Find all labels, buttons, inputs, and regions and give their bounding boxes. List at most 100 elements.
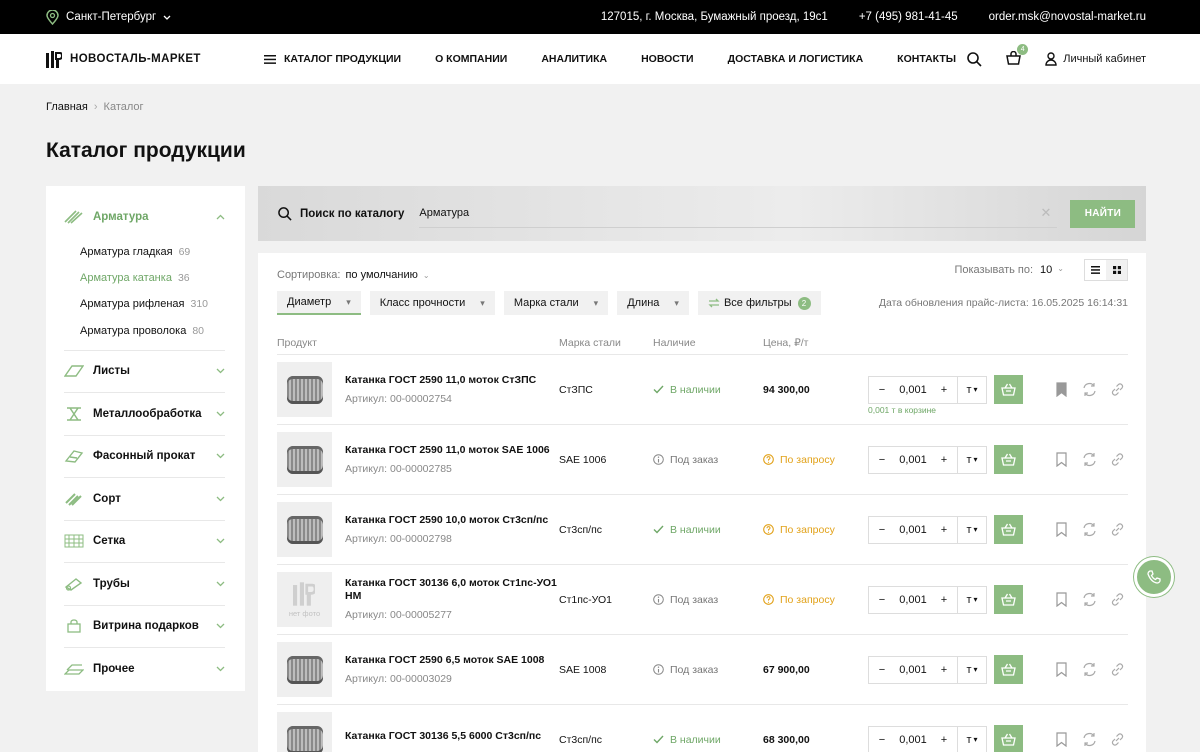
quantity-input[interactable]: 0,001 [895,454,931,466]
nav-about[interactable]: О КОМПАНИИ [435,53,507,65]
sidebar-item-shaped-rolled[interactable]: Фасонный прокат [64,436,225,479]
sort-dropdown[interactable]: по умолчанию ⌄ [345,269,429,281]
compare-icon[interactable] [1082,382,1097,397]
increment-button[interactable]: + [931,454,957,466]
decrement-button[interactable]: − [869,524,895,536]
product-image[interactable] [277,712,332,752]
add-to-cart-button[interactable] [994,725,1023,752]
bookmark-icon[interactable] [1054,662,1069,677]
bookmark-icon[interactable] [1054,592,1069,607]
add-to-cart-button[interactable] [994,445,1023,474]
decrement-button[interactable]: − [869,664,895,676]
city-selector[interactable]: Санкт-Петербург [46,9,171,25]
quantity-input[interactable]: 0,001 [895,734,931,746]
sidebar-item-sheets[interactable]: Листы [64,351,225,394]
sidebar-item-gifts[interactable]: Витрина подарков [64,606,225,649]
product-image[interactable] [277,502,332,557]
unit-select[interactable]: т ▾ [957,446,986,473]
subcategory-item[interactable]: Арматура гладкая 69 [64,239,225,265]
increment-button[interactable]: + [931,524,957,536]
search-input[interactable]: Арматура ✕ [419,200,1058,228]
nav-news[interactable]: НОВОСТИ [641,53,694,65]
list-view-icon[interactable] [1085,260,1106,280]
link-icon[interactable] [1110,382,1125,397]
clear-icon[interactable]: ✕ [1041,205,1052,221]
link-icon[interactable] [1110,522,1125,537]
cart-button[interactable]: 4 [1006,43,1029,68]
breadcrumb-home[interactable]: Главная [46,101,88,113]
call-button[interactable] [1134,557,1174,597]
nav-contacts[interactable]: КОНТАКТЫ [897,53,956,65]
page-size-dropdown[interactable]: 10 ⌄ [1040,264,1064,276]
search-button[interactable]: НАЙТИ [1070,199,1136,228]
filter-steel-grade[interactable]: Марка стали ▾ [503,291,609,315]
sidebar-item-metalworking[interactable]: Металлообработка [64,393,225,436]
add-to-cart-button[interactable] [994,585,1023,614]
phone-link[interactable]: +7 (495) 981-41-45 [859,11,958,23]
increment-button[interactable]: + [931,734,957,746]
subcategory-item-active[interactable]: Арматура катанка 36 [64,265,225,291]
link-icon[interactable] [1110,732,1125,747]
bookmark-icon[interactable] [1054,522,1069,537]
filter-strength-class[interactable]: Класс прочности ▾ [369,291,495,315]
all-filters-button[interactable]: Все фильтры 2 [697,291,821,315]
product-name[interactable]: Катанка ГОСТ 30136 6,0 моток Ст1пс-УО1 Н… [345,577,559,603]
quantity-input[interactable]: 0,001 [895,384,931,396]
filter-diameter[interactable]: Диаметр ▾ [277,291,361,315]
product-image[interactable]: нет фото [277,572,332,627]
unit-select[interactable]: т ▾ [957,656,986,683]
increment-button[interactable]: + [931,384,957,396]
email-link[interactable]: order.msk@novostal-market.ru [989,11,1146,23]
unit-select[interactable]: т ▾ [957,726,986,752]
add-to-cart-button[interactable] [994,375,1023,404]
decrement-button[interactable]: − [869,734,895,746]
compare-icon[interactable] [1082,592,1097,607]
cabinet-link[interactable]: Личный кабинет [1045,52,1146,66]
filter-length[interactable]: Длина ▾ [617,291,689,315]
increment-button[interactable]: + [931,594,957,606]
link-icon[interactable] [1110,592,1125,607]
add-to-cart-button[interactable] [994,655,1023,684]
sidebar-item-armatura[interactable]: Арматура [64,196,225,239]
subcategory-item[interactable]: Арматура проволока 80 [64,317,225,343]
unit-select[interactable]: т ▾ [957,376,986,403]
product-name[interactable]: Катанка ГОСТ 2590 11,0 моток СтЗПС [345,374,559,387]
bookmark-icon[interactable] [1054,452,1069,467]
grid-view-icon[interactable] [1106,260,1127,280]
sidebar-item-mesh[interactable]: Сетка [64,521,225,564]
quantity-input[interactable]: 0,001 [895,594,931,606]
link-icon[interactable] [1110,452,1125,467]
sidebar-item-pipes[interactable]: Трубы [64,563,225,606]
nav-delivery[interactable]: ДОСТАВКА И ЛОГИСТИКА [728,53,864,65]
nav-analytics[interactable]: АНАЛИТИКА [541,53,607,65]
nav-catalog[interactable]: КАТАЛОГ ПРОДУКЦИИ [264,53,401,65]
product-name[interactable]: Катанка ГОСТ 2590 6,5 моток SAE 1008 [345,654,559,667]
sidebar-item-sort[interactable]: Сорт [64,478,225,521]
product-name[interactable]: Катанка ГОСТ 2590 11,0 моток SAE 1006 [345,444,559,457]
bookmark-icon[interactable] [1054,732,1069,747]
unit-select[interactable]: т ▾ [957,516,986,543]
product-image[interactable] [277,432,332,487]
decrement-button[interactable]: − [869,594,895,606]
add-to-cart-button[interactable] [994,515,1023,544]
compare-icon[interactable] [1082,662,1097,677]
compare-icon[interactable] [1082,732,1097,747]
product-name[interactable]: Катанка ГОСТ 30136 5,5 6000 Ст3сп/пс [345,730,559,743]
sidebar-item-other[interactable]: Прочее [64,648,225,691]
decrement-button[interactable]: − [869,384,895,396]
decrement-button[interactable]: − [869,454,895,466]
subcategory-item[interactable]: Арматура рифленая 310 [64,291,225,317]
quantity-input[interactable]: 0,001 [895,524,931,536]
bookmark-icon[interactable] [1054,382,1069,397]
compare-icon[interactable] [1082,522,1097,537]
search-icon[interactable] [967,51,982,67]
quantity-input[interactable]: 0,001 [895,664,931,676]
increment-button[interactable]: + [931,664,957,676]
product-image[interactable] [277,362,332,417]
unit-select[interactable]: т ▾ [957,586,986,613]
product-image[interactable] [277,642,332,697]
link-icon[interactable] [1110,662,1125,677]
product-name[interactable]: Катанка ГОСТ 2590 10,0 моток Ст3сп/пс [345,514,559,527]
compare-icon[interactable] [1082,452,1097,467]
logo[interactable]: НОВОСТАЛЬ-МАРКЕТ [46,50,264,68]
